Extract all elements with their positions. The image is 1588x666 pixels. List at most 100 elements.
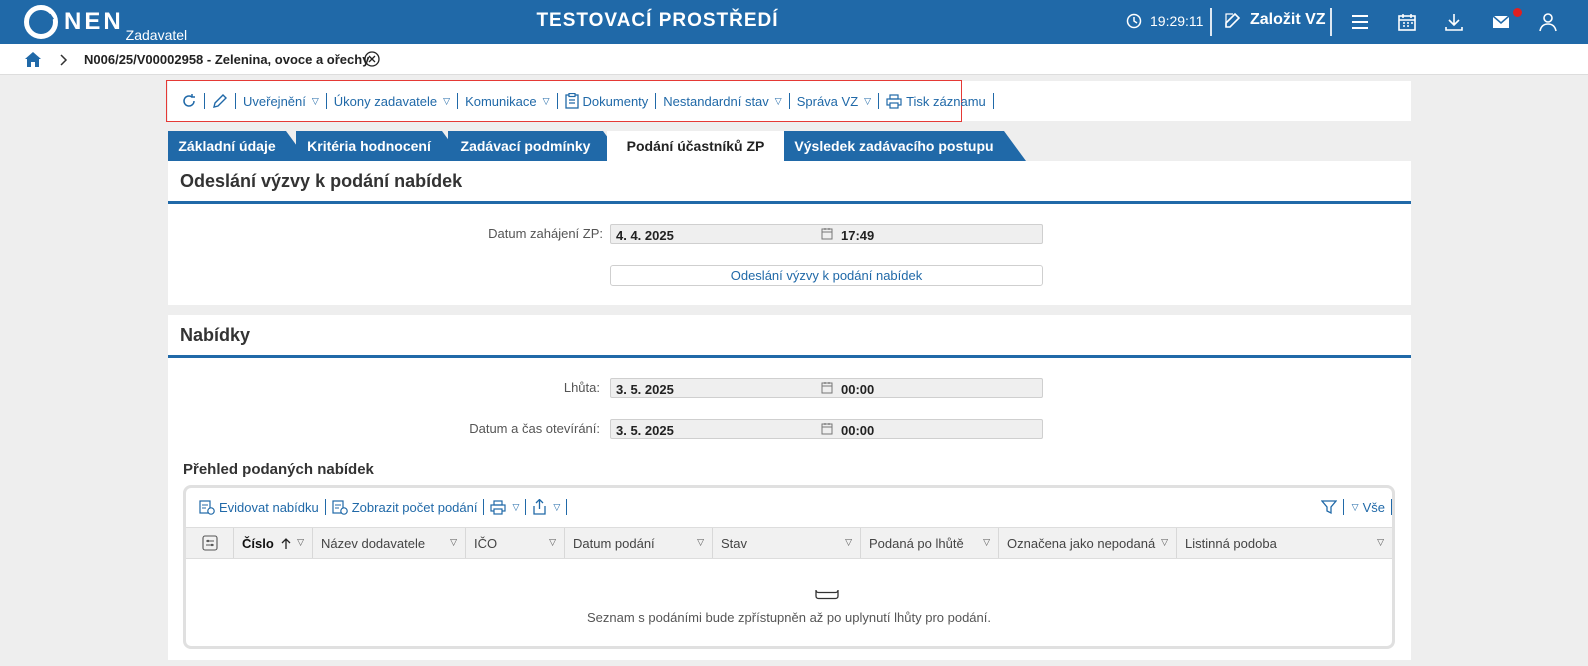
column-settings-icon (201, 535, 218, 551)
calendar-icon (821, 228, 833, 240)
breadcrumb-title[interactable]: N006/25/V00002958 - Zelenina, ovoce a oř… (84, 52, 369, 67)
column-filter-icon[interactable]: ▽ (845, 537, 852, 548)
column-filter-icon[interactable]: ▽ (983, 537, 990, 548)
grid-filter-controls: ▽ Vše (1315, 499, 1392, 515)
create-vz-button[interactable]: Založit VZ (1224, 11, 1326, 29)
triangle-down-icon: ▽ (542, 95, 550, 106)
tab-basic-info[interactable]: Základní údaje (168, 131, 308, 161)
tab-procedure-result[interactable]: Výsledek zadávacího postupu (784, 131, 1026, 161)
triangle-down-icon: ▽ (864, 95, 872, 106)
deadline-field[interactable]: 3. 5. 2025 00:00 (610, 378, 1043, 398)
action-toolbar: Uveřejnění ▽ Úkony zadavatele ▽ Komunikace… (174, 91, 994, 111)
opening-label: Datum a čas otevírání: (469, 421, 600, 436)
chevron-right-icon (60, 54, 68, 66)
tab-tender-conditions[interactable]: Zadávací podmínky (448, 131, 625, 161)
show-count-label: Zobrazit počet podání (351, 499, 478, 515)
grid-print-menu[interactable]: ▽ (484, 499, 527, 515)
column-label: Označena jako nepodaná (1007, 535, 1156, 551)
communication-menu[interactable]: Komunikace ▽ (458, 93, 558, 109)
column-filter-icon[interactable]: ▽ (297, 537, 304, 548)
column-header-late[interactable]: Podaná po lhůtě ▽ (861, 528, 999, 558)
tab-label: Zadávací podmínky (460, 138, 591, 154)
column-filter-icon[interactable]: ▽ (697, 537, 704, 548)
triangle-down-icon: ▽ (311, 95, 319, 106)
user-icon[interactable] (1538, 12, 1558, 32)
publish-menu[interactable]: Uveřejnění ▽ (236, 93, 327, 109)
column-header-paper-form[interactable]: Listinná podoba ▽ (1177, 528, 1392, 558)
management-label: Správa VZ (796, 93, 859, 109)
opening-field[interactable]: 3. 5. 2025 00:00 (610, 419, 1043, 439)
column-header-status[interactable]: Stav ▽ (713, 528, 861, 558)
triangle-down-icon: ▽ (774, 95, 782, 106)
menu-icon[interactable] (1350, 12, 1370, 32)
column-label: Datum podání (573, 535, 655, 551)
tab-evaluation-criteria[interactable]: Kritéria hodnocení (296, 131, 464, 161)
filter-all-select[interactable]: ▽ Vše (1344, 499, 1392, 515)
register-offer-button[interactable]: Evidovat nabídku (193, 499, 326, 515)
column-header-marked-unsubmitted[interactable]: Označena jako nepodaná ▽ (999, 528, 1177, 558)
breadcrumb: N006/25/V00002958 - Zelenina, ovoce a oř… (0, 44, 1588, 75)
column-header-number[interactable]: Číslo ▽ (234, 528, 313, 558)
column-label: IČO (474, 535, 498, 551)
overview-title: Přehled podaných nabídek (183, 461, 374, 478)
column-label: Název dodavatele (321, 535, 426, 551)
empty-message: Seznam s podáními bude zpřístupněn až po… (587, 610, 991, 625)
divider (1330, 8, 1332, 36)
triangle-down-icon: ▽ (443, 95, 451, 106)
mail-icon[interactable] (1491, 12, 1511, 32)
divider (1210, 8, 1212, 36)
column-filter-icon[interactable]: ▽ (450, 537, 457, 548)
filter-button[interactable] (1315, 499, 1344, 515)
tab-label: Výsledek zadávacího postupu (794, 138, 994, 154)
column-label: Číslo (242, 535, 274, 551)
column-header-supplier[interactable]: Název dodavatele ▽ (313, 528, 466, 558)
download-icon[interactable] (1444, 12, 1464, 32)
column-label: Stav (721, 535, 748, 551)
documents-button[interactable]: Dokumenty (558, 93, 657, 109)
tab-label: Podání účastníků ZP (626, 138, 765, 154)
column-filter-icon[interactable]: ▽ (1161, 537, 1168, 548)
clock-icon (1126, 13, 1142, 29)
column-header-ico[interactable]: IČO ▽ (466, 528, 565, 558)
column-filter-icon[interactable]: ▽ (1377, 537, 1384, 548)
filter-all-label: Vše (1362, 499, 1385, 515)
opening-time-value: 00:00 (841, 423, 875, 438)
panel-heading: Nabídky (168, 315, 1411, 358)
column-label: Listinná podoba (1185, 535, 1277, 551)
send-invitation-button[interactable]: Odeslání výzvy k podání nabídek (610, 265, 1043, 286)
edit-button[interactable] (205, 93, 236, 109)
deadline-time-value: 00:00 (841, 382, 875, 397)
print-record-button[interactable]: Tisk záznamu (879, 93, 994, 109)
register-offer-label: Evidovat nabídku (219, 499, 319, 515)
nonstandard-label: Nestandardní stav (663, 93, 769, 109)
management-menu[interactable]: Správa VZ ▽ (790, 93, 880, 109)
refresh-button[interactable] (174, 93, 205, 109)
deadline-date-value: 3. 5. 2025 (616, 382, 674, 397)
column-settings-button[interactable] (186, 528, 234, 558)
show-count-button[interactable]: Zobrazit počet podání (326, 499, 485, 515)
column-header-submission-date[interactable]: Datum podání ▽ (565, 528, 713, 558)
close-icon[interactable] (364, 51, 380, 67)
triangle-down-icon: ▽ (512, 501, 520, 512)
tab-participant-submissions[interactable]: Podání účastníků ZP (607, 131, 806, 161)
grid-export-menu[interactable]: ▽ (526, 499, 568, 515)
nonstandard-state-menu[interactable]: Nestandardní stav ▽ (656, 93, 790, 109)
calendar-icon (821, 382, 833, 394)
actions-label: Úkony zadavatele (333, 93, 438, 109)
clipboard-icon (564, 93, 579, 109)
printer-icon (490, 499, 507, 515)
start-time-value: 17:49 (841, 228, 875, 243)
printer-icon (886, 93, 902, 109)
column-filter-icon[interactable]: ▽ (549, 537, 556, 548)
count-icon (332, 500, 348, 515)
refresh-icon (183, 94, 195, 107)
deadline-label: Lhůta: (563, 380, 600, 395)
tab-label: Základní údaje (178, 138, 276, 154)
actions-menu[interactable]: Úkony zadavatele ▽ (327, 93, 459, 109)
offers-panel: Nabídky Lhůta: 3. 5. 2025 00:00 Datum a … (168, 315, 1411, 660)
environment-title: TESTOVACÍ PROSTŘEDÍ (536, 10, 779, 31)
sort-ascending-icon (281, 537, 291, 549)
start-datetime-field[interactable]: 4. 4. 2025 17:49 (610, 224, 1043, 244)
calendar-icon[interactable] (1397, 12, 1417, 32)
home-icon[interactable] (24, 51, 42, 68)
